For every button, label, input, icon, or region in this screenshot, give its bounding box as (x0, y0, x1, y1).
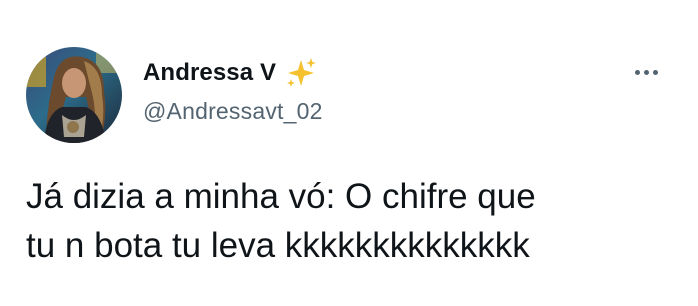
more-options-dot (643, 69, 649, 75)
user-avatar-icon (26, 47, 122, 143)
sparkles-icon (284, 56, 318, 90)
more-options-dot (652, 69, 658, 75)
avatar[interactable] (26, 47, 122, 143)
author-name-row[interactable]: Andressa V (143, 56, 318, 90)
tweet-card: Andressa V @Andressavt_02 Já dizia a min… (0, 0, 698, 306)
author-display-name[interactable]: Andressa V (143, 59, 276, 87)
more-options-icon (634, 69, 640, 75)
more-options-button[interactable] (624, 60, 668, 84)
author-handle[interactable]: @Andressavt_02 (143, 98, 323, 125)
tweet-text: Já dizia a minha vó: O chifre que tu n b… (26, 177, 536, 265)
